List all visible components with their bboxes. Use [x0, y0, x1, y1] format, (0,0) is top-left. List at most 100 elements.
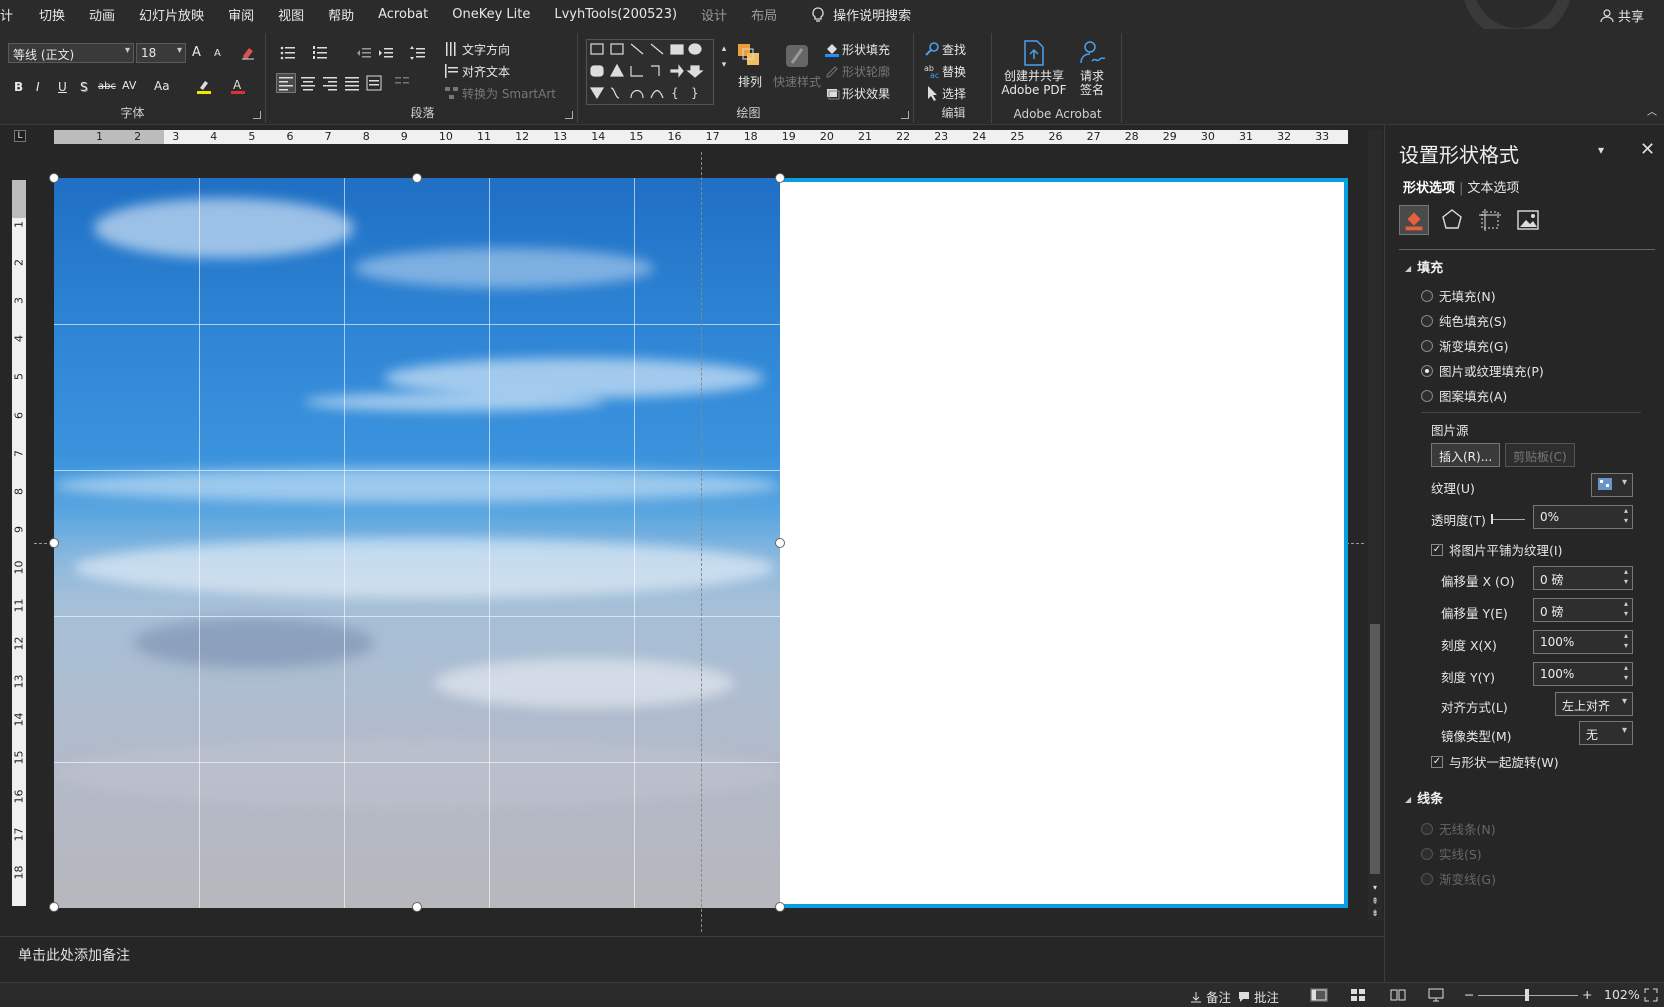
- create-share-pdf-button[interactable]: 创建并共享 Adobe PDF: [1000, 39, 1068, 97]
- paragraph-dialog-launcher[interactable]: [565, 111, 573, 119]
- justify-icon[interactable]: [344, 75, 360, 91]
- offset-x-input[interactable]: 0 磅: [1533, 566, 1633, 590]
- fill-option-radio[interactable]: 图案填充(A): [1421, 386, 1507, 405]
- fill-section-header[interactable]: 填充: [1405, 257, 1443, 276]
- radio-button[interactable]: [1421, 389, 1433, 402]
- next-slide-icon[interactable]: ⇟: [1367, 906, 1383, 922]
- fill-option-radio[interactable]: 纯色填充(S): [1421, 311, 1507, 330]
- highlight-icon[interactable]: [196, 78, 212, 94]
- mirror-type-dropdown[interactable]: 无: [1579, 721, 1633, 745]
- select-button[interactable]: 选择: [942, 85, 966, 102]
- font-size-combo[interactable]: 18: [136, 43, 186, 63]
- effects-pentagon-icon[interactable]: [1437, 205, 1467, 235]
- fill-option-radio[interactable]: 无填充(N): [1421, 286, 1496, 305]
- resize-handle-bottom[interactable]: [412, 902, 422, 912]
- line-spacing-icon[interactable]: [410, 45, 426, 61]
- shape-effects-icon[interactable]: [824, 85, 840, 101]
- columns-icon[interactable]: [394, 75, 410, 91]
- clear-format-icon[interactable]: [240, 45, 256, 61]
- quick-styles-button[interactable]: 快速样式: [770, 41, 824, 89]
- arrange-button[interactable]: 排列: [730, 41, 770, 89]
- reading-view-icon[interactable]: [1390, 988, 1406, 1002]
- pane-options-icon[interactable]: ▾: [1598, 143, 1604, 157]
- shadow-button[interactable]: S: [80, 80, 88, 94]
- find-icon[interactable]: [924, 41, 940, 57]
- texture-dropdown[interactable]: [1591, 473, 1633, 497]
- shape-fill-icon[interactable]: [824, 41, 840, 57]
- align-text-button[interactable]: 对齐文本: [462, 63, 510, 80]
- notes-toggle[interactable]: 备注: [1190, 987, 1231, 1006]
- resize-handle-top-left[interactable]: [49, 173, 59, 183]
- close-icon[interactable]: ✕: [1640, 139, 1655, 160]
- replace-button[interactable]: 替换: [942, 63, 966, 80]
- transparency-slider-thumb[interactable]: [1491, 514, 1493, 524]
- numbering-icon[interactable]: [312, 45, 328, 61]
- scale-y-input[interactable]: 100%: [1533, 662, 1633, 686]
- menu-tab-review[interactable]: 审阅: [216, 5, 266, 24]
- comments-toggle[interactable]: 批注: [1238, 987, 1279, 1006]
- request-signature-button[interactable]: 请求 签名: [1070, 39, 1114, 97]
- tile-texture-checkbox[interactable]: ✓ 将图片平铺为纹理(I): [1431, 540, 1562, 559]
- slideshow-icon[interactable]: [1428, 988, 1444, 1002]
- text-direction-button[interactable]: 文字方向: [462, 41, 510, 58]
- tab-selector[interactable]: L: [14, 130, 26, 142]
- picture-filled-shape[interactable]: [54, 178, 780, 908]
- vertical-scrollbar-thumb[interactable]: [1370, 624, 1380, 874]
- zoom-level[interactable]: 102%: [1604, 987, 1640, 1002]
- zoom-in-button[interactable]: +: [1582, 987, 1592, 1002]
- shape-outline-button[interactable]: 形状轮廓: [842, 63, 890, 80]
- char-spacing-button[interactable]: AV: [122, 79, 136, 92]
- menu-tab-layout[interactable]: 布局: [739, 5, 789, 24]
- radio-button[interactable]: [1421, 314, 1433, 327]
- select-cursor-icon[interactable]: [924, 85, 940, 101]
- drawing-dialog-launcher[interactable]: [901, 111, 909, 119]
- help-search[interactable]: 操作说明搜索: [789, 5, 911, 24]
- rotate-with-shape-checkbox[interactable]: ✓ 与形状一起旋转(W): [1431, 752, 1559, 771]
- font-color-icon[interactable]: A: [230, 78, 246, 94]
- picture-icon[interactable]: [1513, 205, 1543, 235]
- alignment-dropdown[interactable]: 左上对齐: [1555, 692, 1633, 716]
- share-button[interactable]: 共享: [1600, 6, 1644, 25]
- resize-handle-bottom-left[interactable]: [49, 902, 59, 912]
- transparency-slider[interactable]: [1491, 519, 1525, 520]
- underline-button[interactable]: U: [58, 80, 67, 94]
- increase-indent-icon[interactable]: [378, 45, 394, 61]
- resize-handle-top[interactable]: [412, 173, 422, 183]
- radio-button[interactable]: [1421, 364, 1433, 377]
- radio-button[interactable]: [1421, 872, 1433, 885]
- menu-tab-animations[interactable]: 动画: [77, 5, 127, 24]
- line-option-radio[interactable]: 无线条(N): [1421, 819, 1496, 838]
- menu-tab-partial[interactable]: 计: [0, 5, 27, 24]
- shrink-font-button[interactable]: A: [214, 48, 221, 59]
- bold-button[interactable]: B: [14, 80, 23, 94]
- menu-tab-view[interactable]: 视图: [266, 5, 316, 24]
- menu-tab-help[interactable]: 帮助: [316, 5, 366, 24]
- resize-handle-left[interactable]: [49, 538, 59, 548]
- bullets-icon[interactable]: [280, 45, 296, 61]
- font-name-combo[interactable]: 等线 (正文): [8, 43, 134, 63]
- align-text-icon[interactable]: [444, 63, 460, 79]
- smartart-icon[interactable]: [444, 85, 460, 101]
- insert-picture-button[interactable]: 插入(R)...: [1431, 443, 1501, 467]
- normal-view-icon[interactable]: [1310, 988, 1328, 1002]
- line-section-header[interactable]: 线条: [1405, 788, 1443, 807]
- grow-font-button[interactable]: A: [192, 45, 201, 60]
- resize-handle-top-right[interactable]: [775, 173, 785, 183]
- tab-text-options[interactable]: 文本选项: [1467, 181, 1519, 196]
- convert-smartart-button[interactable]: 转换为 SmartArt: [462, 85, 556, 102]
- decrease-indent-icon[interactable]: [356, 45, 372, 61]
- distributed-icon[interactable]: [366, 75, 382, 91]
- align-center-icon[interactable]: [300, 75, 316, 91]
- shapes-gallery[interactable]: {}: [586, 39, 714, 105]
- zoom-out-button[interactable]: −: [1464, 987, 1474, 1002]
- align-right-icon[interactable]: [322, 75, 338, 91]
- shape-outline-icon[interactable]: [824, 63, 840, 79]
- font-dialog-launcher[interactable]: [253, 111, 261, 119]
- menu-tab-acrobat[interactable]: Acrobat: [366, 7, 440, 22]
- fill-option-radio[interactable]: 图片或纹理填充(P): [1421, 361, 1544, 380]
- scale-x-input[interactable]: 100%: [1533, 630, 1633, 654]
- resize-handle-bottom-right[interactable]: [775, 902, 785, 912]
- strikethrough-button[interactable]: abc: [98, 81, 116, 92]
- notes-pane[interactable]: 单击此处添加备注: [0, 936, 1384, 982]
- text-direction-icon[interactable]: [444, 41, 460, 57]
